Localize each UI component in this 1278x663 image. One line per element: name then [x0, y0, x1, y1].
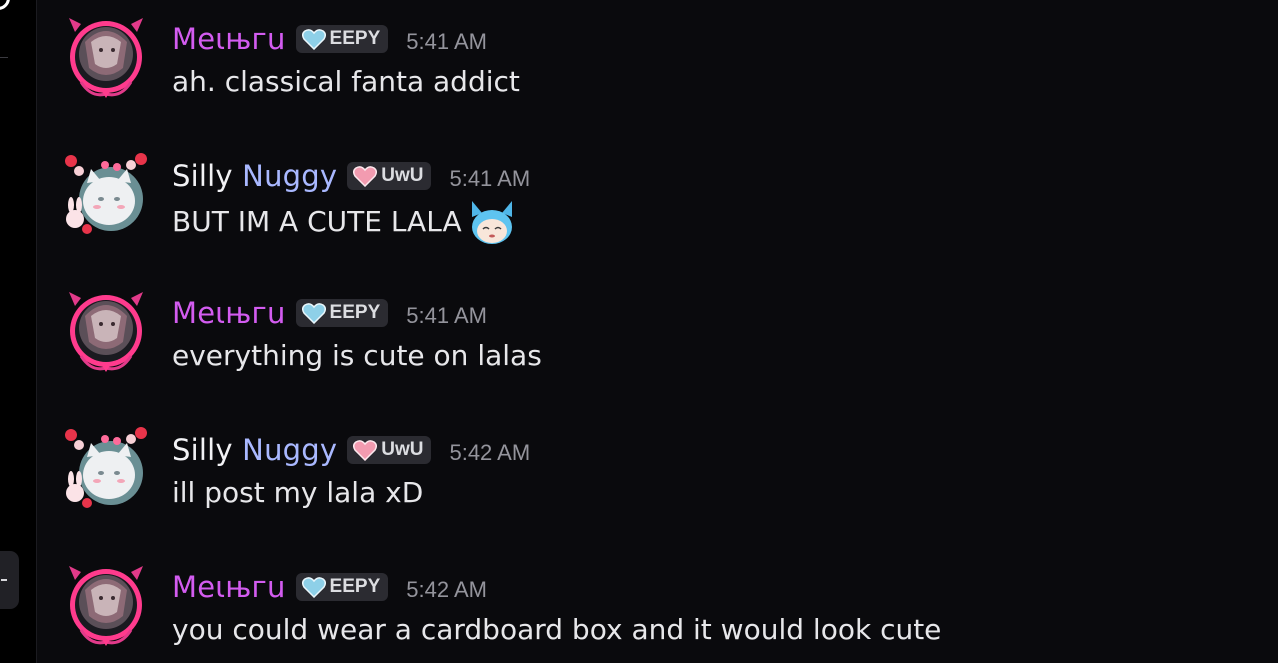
username-part: Nuggy [242, 433, 338, 467]
message-content: ah. classical fanta addict [172, 65, 520, 98]
rail-divider [0, 57, 8, 58]
avatar[interactable] [61, 423, 151, 513]
blue-heart-icon [302, 576, 326, 598]
username[interactable]: Mеιњгu [172, 296, 286, 330]
tag-label: EEPY [329, 302, 381, 323]
tag-label: EEPY [329, 576, 381, 597]
message-text: everything is cute on lalas [172, 336, 542, 376]
guild-tag[interactable]: EEPY [295, 25, 389, 53]
username-part: Silly [172, 433, 233, 467]
message-text: ah. classical fanta addict [172, 62, 520, 102]
avatar[interactable] [61, 560, 151, 650]
avatar[interactable] [61, 149, 151, 239]
message[interactable]: Mеιњгu EEPY 5:42 AM you could wear a car… [37, 548, 1278, 648]
guild-tag[interactable]: EEPY [295, 299, 389, 327]
guild-tag[interactable]: EEPY [295, 573, 389, 601]
message-content: you could wear a cardboard box and it wo… [172, 613, 942, 646]
message-text: BUT IM A CUTE LALA [172, 199, 516, 245]
message-header: Silly Nuggy UwU 5:42 AM [172, 433, 530, 467]
blue-heart-icon [302, 28, 326, 50]
tag-label: UwU [381, 165, 424, 186]
message[interactable]: Mеιњгu EEPY 5:41 AM ah. classical fanta … [37, 0, 1278, 100]
plus-icon [1, 579, 7, 581]
message-content: everything is cute on lalas [172, 339, 542, 372]
avatar[interactable] [61, 12, 151, 102]
username[interactable]: Mеιњгu [172, 570, 286, 604]
message[interactable]: Silly Nuggy UwU 5:42 AM ill post my lala… [37, 411, 1278, 511]
username-part: Silly [172, 159, 233, 193]
message[interactable]: Silly Nuggy UwU 5:41 AM BUT IM A CUTE LA… [37, 137, 1278, 237]
message-text: ill post my lala xD [172, 473, 423, 513]
username[interactable]: Silly Nuggy [172, 159, 337, 193]
tag-label: EEPY [329, 28, 381, 49]
message-content: ill post my lala xD [172, 476, 424, 509]
timestamp[interactable]: 5:41 AM [449, 160, 530, 192]
message-list: Mеιњгu EEPY 5:41 AM ah. classical fanta … [37, 0, 1278, 663]
message-content: BUT IM A CUTE LALA [172, 205, 462, 238]
server-rail [0, 0, 37, 663]
message-header: Mеιњгu EEPY 5:41 AM [172, 296, 487, 330]
blue-heart-icon [302, 302, 326, 324]
tag-label: UwU [381, 439, 424, 460]
message-header: Silly Nuggy UwU 5:41 AM [172, 159, 530, 193]
message-header: Mеιњгu EEPY 5:42 AM [172, 570, 487, 604]
message-header: Mеιњгu EEPY 5:41 AM [172, 22, 487, 56]
app-window: Mеιњгu EEPY 5:41 AM ah. classical fanta … [0, 0, 1278, 663]
pink-heart-icon [353, 439, 377, 461]
guild-tag[interactable]: UwU [347, 436, 432, 464]
avatar[interactable] [61, 286, 151, 376]
timestamp[interactable]: 5:41 AM [406, 23, 487, 55]
catgirl-emoji-icon[interactable] [468, 199, 516, 245]
server-indicator-icon[interactable] [0, 0, 10, 10]
username[interactable]: Silly Nuggy [172, 433, 337, 467]
timestamp[interactable]: 5:42 AM [406, 571, 487, 603]
timestamp[interactable]: 5:41 AM [406, 297, 487, 329]
pink-heart-icon [353, 165, 377, 187]
timestamp[interactable]: 5:42 AM [449, 434, 530, 466]
message[interactable]: Mеιњгu EEPY 5:41 AM everything is cute o… [37, 274, 1278, 374]
add-server-button[interactable] [0, 551, 19, 609]
username-part: Nuggy [242, 159, 338, 193]
message-text: you could wear a cardboard box and it wo… [172, 610, 941, 650]
username[interactable]: Mеιњгu [172, 22, 286, 56]
guild-tag[interactable]: UwU [347, 162, 432, 190]
